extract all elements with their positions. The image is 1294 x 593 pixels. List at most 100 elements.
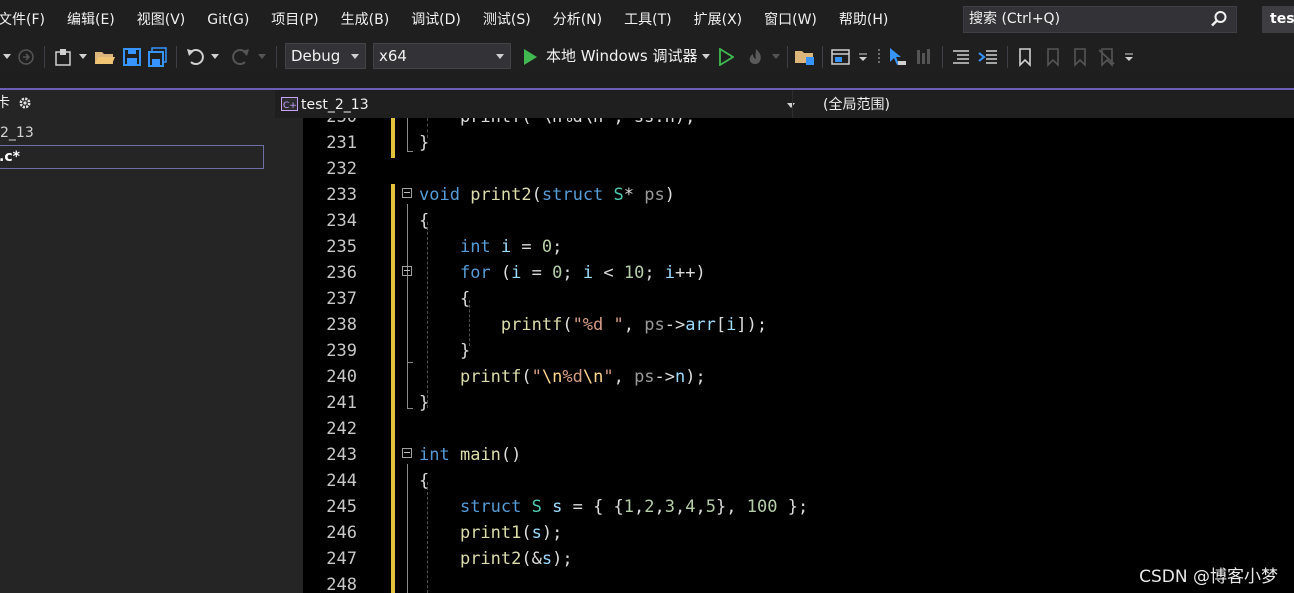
toolbar-options-icon[interactable] [1124,44,1134,70]
bookmark-icon[interactable] [1015,44,1035,70]
collapse-toggle[interactable] [402,266,412,276]
redo-dropdown-icon[interactable] [257,44,267,70]
pointer-tool-icon[interactable] [885,44,909,70]
layout-tool-icon[interactable] [913,44,935,70]
code-token: ; [644,263,665,283]
start-without-debug-icon[interactable] [716,44,736,70]
save-all-icon[interactable] [147,44,169,70]
uncomment-lines-icon[interactable] [976,44,1000,70]
code-editor[interactable]: 230 printf("\n%d\n", ss.n);231}232233voi… [303,118,1294,593]
hot-reload-dropdown-icon[interactable] [771,44,781,70]
indent-guide [427,482,428,593]
open-folder-icon[interactable] [94,44,116,70]
prev-bookmark-icon[interactable] [1041,44,1063,70]
platform-select[interactable]: x64 [373,43,511,69]
code-token: ps [644,315,665,335]
line-number: 236 [326,263,357,283]
code-token: ]); [736,315,768,335]
collapse-toggle[interactable] [402,188,412,198]
tree-item-project[interactable]: 2_13 [0,125,34,141]
next-bookmark-icon[interactable] [1068,44,1090,70]
hot-reload-icon[interactable] [743,44,769,70]
code-token: main [459,445,501,465]
start-debug-icon[interactable] [519,44,541,70]
back-dropdown-icon[interactable] [2,44,12,70]
solution-name-badge[interactable]: test [1262,6,1294,33]
global-scope-dropdown[interactable]: (全局范围) [823,94,890,116]
browser-dropdown-icon[interactable] [858,44,868,70]
new-project-icon[interactable] [52,44,76,70]
line-number: 247 [326,549,357,569]
file-scope-dropdown[interactable]: C+ test_2_13 [281,94,795,116]
code-token: 0 [552,263,563,283]
debugger-dropdown-icon[interactable] [700,44,712,70]
code-token: s [531,523,542,543]
clear-bookmarks-icon[interactable] [1095,44,1117,70]
menu-view[interactable]: 视图(V) [126,0,197,40]
search-input[interactable]: 搜索 (Ctrl+Q) [963,6,1237,33]
menu-test[interactable]: 测试(S) [472,0,542,40]
save-icon[interactable] [121,44,143,70]
code-line: 231} [303,130,1294,156]
code-token: ( [531,185,542,205]
solution-explorer-panel: 卡 2_13 .c* [0,90,275,593]
menu-analyze[interactable]: 分析(N) [542,0,613,40]
undo-dropdown-icon[interactable] [210,44,220,70]
menu-git[interactable]: Git(G) [196,0,260,40]
code-token: 1 [623,497,635,517]
menu-debug[interactable]: 调试(D) [400,0,472,40]
menu-tools[interactable]: 工具(T) [613,0,682,40]
change-indicator [391,184,395,593]
more-dots-icon[interactable] [874,44,884,70]
code-token: int [459,237,491,257]
code-token: = [511,237,542,257]
fold-guide [407,282,408,362]
menu-project[interactable]: 项目(P) [260,0,329,40]
menu-file[interactable]: 文件(F) [0,0,56,40]
solution-explorer-icon[interactable] [794,44,816,70]
code-line: 243 int main() [303,442,1294,468]
code-token: ( [562,315,573,335]
menu-extensions[interactable]: 扩展(X) [683,0,754,40]
menu-edit[interactable]: 编辑(E) [56,0,126,40]
comment-lines-icon[interactable] [950,44,972,70]
line-number: 244 [326,471,357,491]
code-line: 244{ [303,468,1294,494]
redo-icon[interactable] [228,44,252,70]
line-number: 234 [326,211,357,231]
code-token: int [419,445,450,465]
configuration-select[interactable]: Debug [285,43,366,69]
code-token: arr [685,315,716,335]
line-number: 232 [326,159,357,179]
collapse-toggle[interactable] [402,448,412,458]
code-token: printf("\n%d\n", ss.n); [419,118,695,127]
code-line: 236 for (i = 0; i < 10; i++) [303,260,1294,286]
local-debugger-button[interactable]: 本地 Windows 调试器 [546,40,698,73]
browser-icon[interactable] [830,44,852,70]
forward-icon[interactable] [16,44,36,70]
watermark: CSDN @博客小梦 [1139,567,1278,587]
menu-window[interactable]: 窗口(W) [753,0,828,40]
code-line: 242 [303,416,1294,442]
code-token: 10 [623,263,645,283]
code-token: %d [562,367,583,387]
gear-icon[interactable] [18,96,32,110]
panel-header: 卡 [0,90,275,117]
tree-item-file[interactable]: .c* [0,145,264,169]
menu-build[interactable]: 生成(B) [330,0,401,40]
fold-guide [407,464,408,593]
code-token: void [419,185,460,205]
chevron-down-icon [787,103,795,108]
code-token: [ [715,315,727,335]
menu-help[interactable]: 帮助(H) [828,0,899,40]
code-token: , [675,497,686,517]
undo-icon[interactable] [184,44,208,70]
new-project-dropdown-icon[interactable] [78,44,88,70]
